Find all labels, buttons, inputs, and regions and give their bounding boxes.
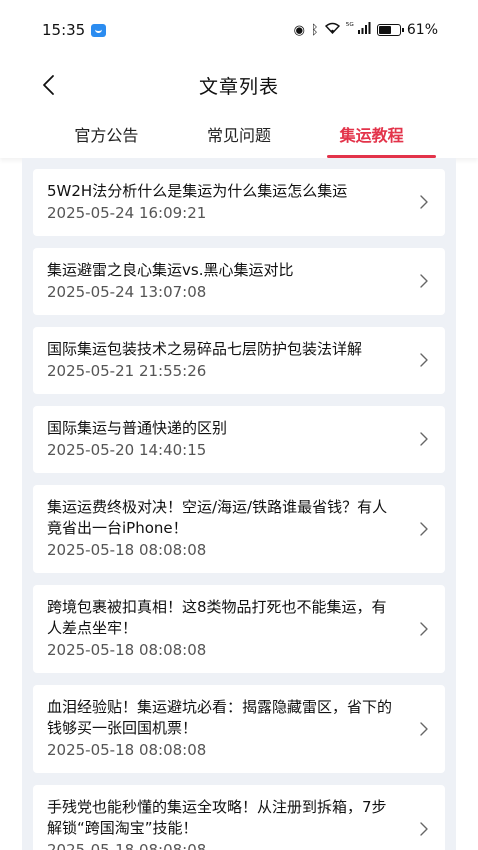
article-title: 国际集运包装技术之易碎品七层防护包装法详解 bbox=[47, 340, 363, 358]
tab-faq[interactable]: 常见问题 bbox=[173, 110, 306, 158]
chevron-right-icon bbox=[419, 352, 429, 368]
tab-label: 集运教程 bbox=[339, 126, 404, 145]
chevron-right-icon bbox=[419, 821, 429, 837]
article-text: 国际集运与普通快递的区别 2025-05-20 14:40:15 bbox=[47, 418, 419, 460]
chevron-right-icon bbox=[419, 521, 429, 537]
article-date: 2025-05-24 13:07:08 bbox=[47, 283, 207, 301]
chevron-left-icon bbox=[43, 75, 54, 95]
article-title: 手残党也能秒懂的集运全攻略！从注册到拆箱，7步解锁“跨国淘宝”技能！ bbox=[47, 798, 387, 837]
cellular-label: ⁵ᴳ bbox=[345, 22, 354, 32]
article-text: 5W2H法分析什么是集运为什么集运怎么集运 2025-05-24 16:09:2… bbox=[47, 181, 419, 223]
eye-icon: ◉ bbox=[293, 22, 305, 38]
article-item[interactable]: 跨境包裹被扣真相！这8类物品打死也不能集运，有人差点坐牢！ 2025-05-18… bbox=[33, 585, 445, 673]
article-text: 血泪经验贴！集运避坑必看：揭露隐藏雷区，省下的钱够买一张回国机票！ 2025-0… bbox=[47, 697, 419, 760]
cellular-signal-icon: ⁵ᴳ bbox=[346, 22, 371, 38]
article-item[interactable]: 集运运费终极对决！空运/海运/铁路谁最省钱？有人竟省出一台iPhone！ 202… bbox=[33, 485, 445, 573]
article-item[interactable]: 国际集运与普通快递的区别 2025-05-20 14:40:15 bbox=[33, 406, 445, 473]
article-date: 2025-05-21 21:55:26 bbox=[47, 362, 207, 380]
tab-label: 常见问题 bbox=[207, 126, 272, 145]
article-title: 血泪经验贴！集运避坑必看：揭露隐藏雷区，省下的钱够买一张回国机票！ bbox=[47, 698, 393, 737]
tab-shipping-tutorials[interactable]: 集运教程 bbox=[305, 110, 438, 158]
message-notification-icon bbox=[91, 23, 107, 37]
article-title: 国际集运与普通快递的区别 bbox=[47, 419, 228, 437]
status-left: 15:35 bbox=[42, 21, 107, 39]
article-title: 集运避雷之良心集运vs.黑心集运对比 bbox=[47, 261, 294, 279]
tab-label: 官方公告 bbox=[74, 126, 139, 145]
tab-bar: 官方公告 常见问题 集运教程 bbox=[0, 110, 478, 158]
status-time: 15:35 bbox=[42, 21, 86, 39]
article-date: 2025-05-18 08:08:08 bbox=[47, 541, 207, 559]
article-date: 2025-05-18 08:08:08 bbox=[47, 641, 207, 659]
article-date: 2025-05-24 16:09:21 bbox=[47, 204, 207, 222]
chevron-right-icon bbox=[419, 273, 429, 289]
article-item[interactable]: 5W2H法分析什么是集运为什么集运怎么集运 2025-05-24 16:09:2… bbox=[33, 169, 445, 236]
chevron-right-icon bbox=[419, 431, 429, 447]
nav-bar: 文章列表 bbox=[0, 60, 478, 110]
article-text: 集运避雷之良心集运vs.黑心集运对比 2025-05-24 13:07:08 bbox=[47, 260, 419, 302]
battery-icon bbox=[376, 24, 404, 36]
status-right: ◉ ᛒ ⁵ᴳ 61% bbox=[294, 22, 438, 38]
page-title: 文章列表 bbox=[198, 75, 279, 98]
battery-percent: 61% bbox=[406, 22, 438, 38]
article-date: 2025-05-18 08:08:08 bbox=[47, 841, 207, 850]
article-text: 跨境包裹被扣真相！这8类物品打死也不能集运，有人差点坐牢！ 2025-05-18… bbox=[47, 597, 419, 660]
chevron-right-icon bbox=[419, 621, 429, 637]
article-item[interactable]: 手残党也能秒懂的集运全攻略！从注册到拆箱，7步解锁“跨国淘宝”技能！ 2025-… bbox=[33, 785, 445, 850]
article-date: 2025-05-18 08:08:08 bbox=[47, 741, 207, 759]
article-date: 2025-05-20 14:40:15 bbox=[47, 441, 207, 459]
article-text: 集运运费终极对决！空运/海运/铁路谁最省钱？有人竟省出一台iPhone！ 202… bbox=[47, 497, 419, 560]
article-title: 集运运费终极对决！空运/海运/铁路谁最省钱？有人竟省出一台iPhone！ bbox=[47, 498, 388, 537]
article-item[interactable]: 集运避雷之良心集运vs.黑心集运对比 2025-05-24 13:07:08 bbox=[33, 248, 445, 315]
wifi-icon bbox=[324, 22, 340, 38]
back-button[interactable] bbox=[36, 72, 60, 98]
article-text: 手残党也能秒懂的集运全攻略！从注册到拆箱，7步解锁“跨国淘宝”技能！ 2025-… bbox=[47, 797, 419, 850]
article-title: 5W2H法分析什么是集运为什么集运怎么集运 bbox=[47, 182, 348, 200]
bluetooth-icon: ᛒ bbox=[310, 22, 319, 38]
tab-official-announcements[interactable]: 官方公告 bbox=[40, 110, 173, 158]
article-item[interactable]: 血泪经验贴！集运避坑必看：揭露隐藏雷区，省下的钱够买一张回国机票！ 2025-0… bbox=[33, 685, 445, 773]
status-bar: 15:35 ◉ ᛒ ⁵ᴳ 61% bbox=[0, 0, 478, 60]
chevron-right-icon bbox=[419, 194, 429, 210]
article-title: 跨境包裹被扣真相！这8类物品打死也不能集运，有人差点坐牢！ bbox=[47, 598, 387, 637]
battery-fill bbox=[378, 26, 392, 34]
chevron-right-icon bbox=[419, 721, 429, 737]
article-item[interactable]: 国际集运包装技术之易碎品七层防护包装法详解 2025-05-21 21:55:2… bbox=[33, 327, 445, 394]
article-list: 5W2H法分析什么是集运为什么集运怎么集运 2025-05-24 16:09:2… bbox=[22, 158, 456, 850]
article-text: 国际集运包装技术之易碎品七层防护包装法详解 2025-05-21 21:55:2… bbox=[47, 339, 419, 381]
